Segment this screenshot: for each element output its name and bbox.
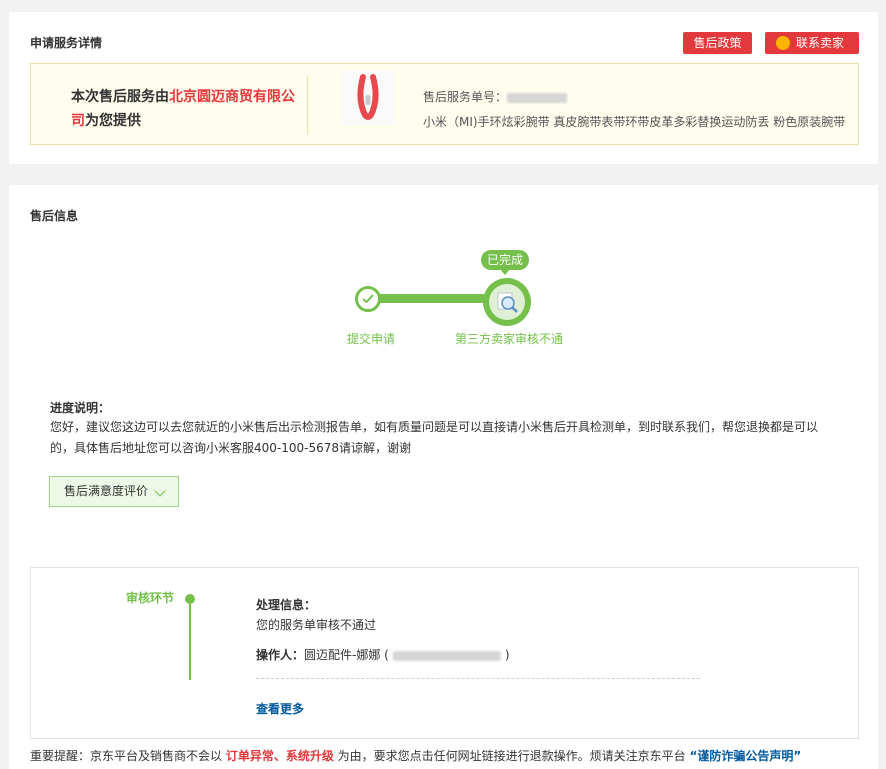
- processing-log: 审核环节 处理信息： 您的服务单审核不通过 操作人：圆迈配件-娜娜 () 查看更…: [30, 567, 859, 739]
- divider: [307, 76, 308, 134]
- step-2-node: [483, 278, 531, 326]
- satisfaction-rating-label: 售后满意度评价: [64, 484, 149, 498]
- progress-desc-text: 您好，建议您这边可以去您就近的小米售后出示检测报告单，如有质量问题是可以直接请小…: [50, 420, 819, 455]
- aftersale-title: 售后信息: [30, 209, 79, 223]
- status-badge: 已完成: [481, 250, 529, 275]
- service-number: 售后服务单号：: [423, 88, 568, 105]
- log-message: 您的服务单审核不通过: [256, 618, 377, 632]
- chevron-down-icon: [154, 485, 166, 497]
- after-sale-policy-button[interactable]: 售后政策: [683, 32, 752, 54]
- step-1-label: 提交申请: [347, 332, 396, 346]
- step-1-node: [355, 286, 381, 312]
- log-operator: 操作人：圆迈配件-娜娜 (): [256, 646, 510, 663]
- timeline-dot: [185, 594, 195, 604]
- reminder-text-1: 重要提醒：京东平台及销售商不会以: [30, 749, 226, 763]
- view-more-link[interactable]: 查看更多: [256, 700, 304, 717]
- chat-icon: [776, 36, 790, 50]
- product-thumbnail[interactable]: [341, 71, 395, 125]
- service-number-label: 售后服务单号：: [423, 90, 508, 104]
- dashed-divider: [256, 678, 700, 679]
- provider-box: 本次售后服务由北京圆迈商贸有限公司为您提供 售后服务单号： 小米（MI)手环炫彩…: [30, 63, 859, 145]
- contact-seller-label: 联系卖家: [795, 36, 844, 50]
- redacted-timestamp: [392, 650, 501, 661]
- product-title[interactable]: 小米（MI)手环炫彩腕带 真皮腕带表带环带皮革多彩替换运动防丢 粉色原装腕带: [423, 113, 845, 130]
- fraud-notice-link[interactable]: “谨防诈骗公告声明”: [689, 749, 801, 763]
- aftersale-info-card: 售后信息 已完成 提交申请 第三方卖家审核不通 进度说明： 您好，建议您这边可以…: [9, 185, 878, 769]
- step-2-label: 第三方卖家审核不通: [455, 332, 564, 346]
- progress-desc-title: 进度说明：: [50, 401, 111, 415]
- service-detail-card: 申请服务详情 售后政策 联系卖家 本次售后服务由北京圆迈商贸有限公司为您提供 售…: [9, 12, 878, 164]
- timeline-line: [189, 604, 191, 680]
- log-stage-label: 审核环节: [126, 591, 175, 605]
- operator-close: ): [504, 648, 510, 662]
- log-info-label: 处理信息：: [256, 598, 317, 612]
- contact-seller-button[interactable]: 联系卖家: [765, 32, 859, 54]
- security-reminder: 重要提醒：京东平台及销售商不会以 订单异常、系统升级 为由，要求您点击任何网址链…: [30, 747, 801, 764]
- operator-label: 操作人：: [256, 648, 305, 662]
- satisfaction-rating-button[interactable]: 售后满意度评价: [49, 476, 179, 507]
- reminder-text-2: 为由，要求您点击任何网址链接进行退款操作。烦请关注京东平台: [333, 749, 690, 763]
- reminder-highlight: 订单异常、系统升级: [225, 749, 334, 763]
- provider-statement: 本次售后服务由北京圆迈商贸有限公司为您提供: [71, 85, 303, 133]
- operator-name: 圆迈配件-娜娜 (: [304, 648, 389, 662]
- page-title: 申请服务详情: [30, 36, 103, 50]
- provider-suffix: 为您提供: [85, 113, 141, 129]
- review-magnifier-icon: [497, 292, 518, 313]
- redacted-number: [507, 92, 568, 103]
- provider-prefix: 本次售后服务由: [71, 89, 169, 105]
- check-icon: [362, 294, 374, 304]
- wristband-image: [341, 71, 395, 125]
